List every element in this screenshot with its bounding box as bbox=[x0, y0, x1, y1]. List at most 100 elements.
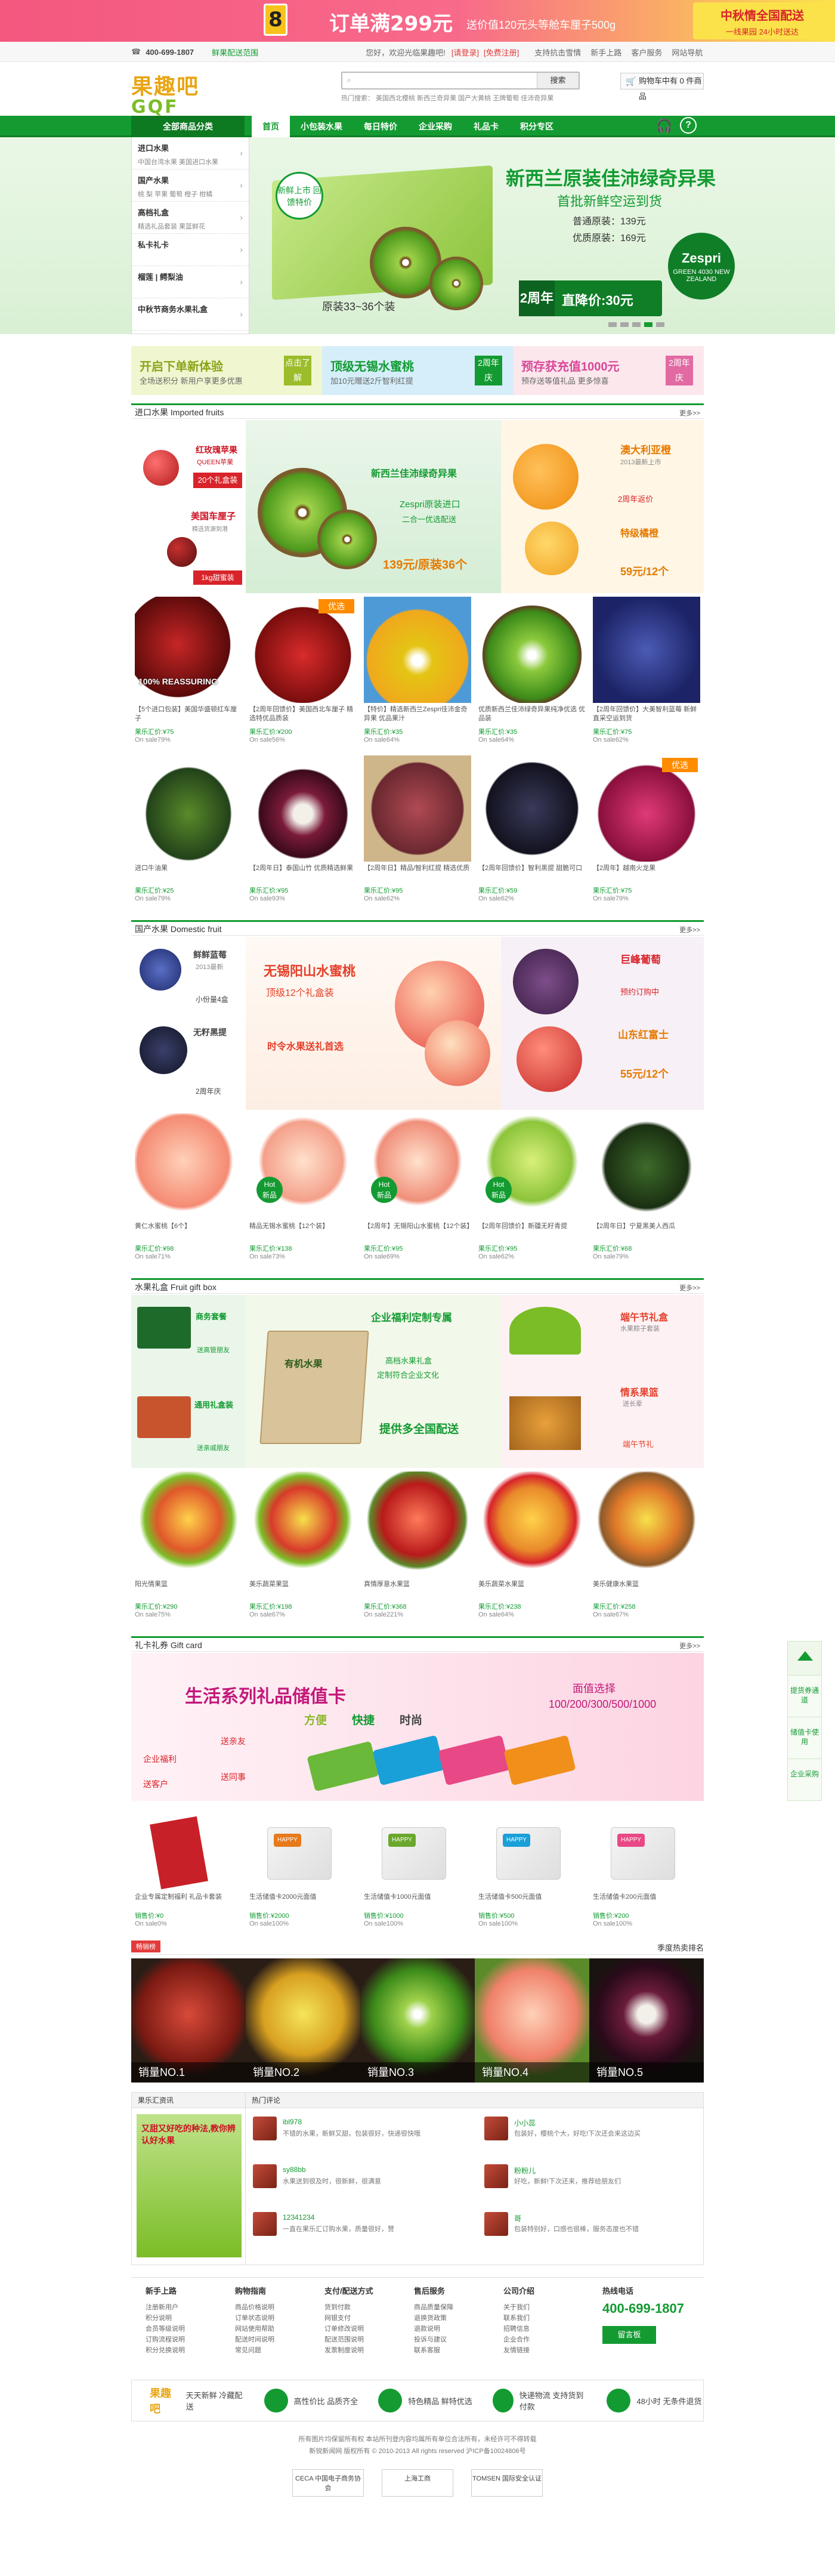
nav-daily-deals[interactable]: 每日特价 bbox=[353, 116, 408, 137]
product-card[interactable]: 优选 【2周年】越南火龙果 果乐汇价:¥75 On sale79% bbox=[589, 753, 704, 912]
nav-points[interactable]: 积分专区 bbox=[509, 116, 564, 137]
help-icon[interactable]: ? bbox=[680, 117, 697, 134]
product-card[interactable]: 美乐健康水果篮 果乐汇价:¥258 On sale67% bbox=[589, 1469, 704, 1628]
product-card[interactable]: 100% REASSURING 【5个进口包装】美国华盛顿红车厘子 果乐汇价:¥75… bbox=[131, 594, 246, 753]
gift-card-banner[interactable]: 生活系列礼品储值卡 方便 快捷 时尚 面值选择 100/200/300/500/… bbox=[131, 1653, 704, 1801]
footer-link[interactable]: 订购流程说明 bbox=[146, 2334, 217, 2345]
footer-link[interactable]: 招聘信息 bbox=[503, 2324, 575, 2334]
more-link[interactable]: 更多>> bbox=[679, 925, 700, 934]
footer-link[interactable]: 发票制度说明 bbox=[324, 2345, 396, 2356]
product-card[interactable]: 【2周年日】泰国山竹 优质精选鲜果 果乐汇价:¥95 On sale93% bbox=[246, 753, 360, 912]
hot-item[interactable]: 销量NO.4 bbox=[475, 1958, 589, 2083]
footer-link[interactable]: 积分兑换说明 bbox=[146, 2345, 217, 2356]
news-image[interactable]: 又甜又好吃的种法,教你辨认好水果 bbox=[137, 2114, 242, 2257]
gift-card-item[interactable]: 企业专属定制福利 礼品卡套装 销售价:¥0 On sale0% bbox=[131, 1803, 246, 1929]
comment-item[interactable]: 哥包装特别好，口感也很棒，服务态度也不错 bbox=[484, 2212, 687, 2250]
hot-search-words[interactable]: 热门搜索： 美国西北樱桃 新西兰奇异果 国产大黄桃 王牌葡萄 佳沛奇异果 bbox=[341, 93, 553, 103]
footer-link[interactable]: 企业合作 bbox=[503, 2334, 575, 2345]
comment-item[interactable]: 12341234 一直在果乐汇订购水果，质量很好，赞 bbox=[253, 2212, 456, 2250]
product-card[interactable]: 黄仁水蜜桃【6个】 果乐汇价:¥98 On sale71% bbox=[131, 1111, 246, 1270]
comment-item[interactable]: 粉粉儿 好吃，新鲜!下次还来，推荐给朋友们 bbox=[484, 2164, 687, 2202]
footer-link[interactable]: 联系我们 bbox=[503, 2313, 575, 2324]
footer-link[interactable]: 订单修改说明 bbox=[324, 2324, 396, 2334]
toolbar-link-delivery[interactable]: 鲜果配送范围 bbox=[212, 47, 258, 58]
category-item[interactable]: 中秋节商务水果礼盒 › bbox=[132, 298, 249, 331]
footer-link[interactable]: 投诉与建议 bbox=[414, 2334, 485, 2345]
toolbar-link-newbie[interactable]: 新手上路 bbox=[590, 47, 621, 58]
feature-enterprise-box[interactable]: 有机水果 企业福利定制专属 高档水果礼盒 定制符合企业文化 提供多全国配送 bbox=[246, 1295, 501, 1468]
gift-card-item[interactable]: HAPPY 生活储值卡1000元面值 销售价:¥1000 On sale100% bbox=[360, 1803, 475, 1929]
carousel-dot[interactable] bbox=[608, 322, 617, 327]
footer-link[interactable]: 配送时间说明 bbox=[235, 2334, 307, 2345]
cart-button[interactable]: 🛒 购物车中有 0 件商品 bbox=[620, 73, 704, 101]
cert-badge-tomsen[interactable]: TOMSEN 国际安全认证 bbox=[471, 2469, 543, 2497]
gift-card-item[interactable]: HAPPY 生活储值卡500元面值 销售价:¥500 On sale100% bbox=[475, 1803, 589, 1929]
gift-card-item[interactable]: HAPPY 生活储值卡2000元面值 销售价:¥2000 On sale100% bbox=[246, 1803, 360, 1929]
hot-item[interactable]: 销量NO.1 bbox=[131, 1958, 246, 2083]
toolbar-link-service[interactable]: 客户服务 bbox=[631, 47, 662, 58]
product-card[interactable]: 【2周年回馈价】智利黑提 甜脆可口 果乐汇价:¥59 On sale62% bbox=[475, 753, 589, 912]
product-card[interactable]: 真情厚意水果篮 果乐汇价:¥368 On sale221% bbox=[360, 1469, 475, 1628]
footer-link[interactable]: 积分说明 bbox=[146, 2313, 217, 2324]
product-card[interactable]: Hot 新品 精品无锡水蜜桃【12个装】 果乐汇价:¥138 On sale73% bbox=[246, 1111, 360, 1270]
more-link[interactable]: 更多>> bbox=[679, 1283, 700, 1292]
footer-link[interactable]: 配送范围说明 bbox=[324, 2334, 396, 2345]
top-promo-banner[interactable]: 8 订单满299元 送价值120元头等舱车厘子500g 中秋情全国配送 一线果园… bbox=[0, 0, 835, 42]
footer-link[interactable]: 关于我们 bbox=[503, 2302, 575, 2313]
product-card[interactable]: 美乐蔬菜果篮 果乐汇价:¥198 On sale67% bbox=[246, 1469, 360, 1628]
hero-banner[interactable]: 进口水果 中国台湾水果 美国进口水果 › 国产水果桃 梨 苹果 葡萄 橙子 柑橘 › … bbox=[0, 137, 835, 334]
footer-link[interactable]: 商品价格说明 bbox=[235, 2302, 307, 2313]
product-card[interactable]: 【2周年日】宁夏黑美人西瓜 果乐汇价:¥68 On sale79% bbox=[589, 1111, 704, 1270]
promo-card-peach[interactable]: 顶级无锡水蜜桃 加10元赠送2斤智利红提 2周年庆 bbox=[322, 346, 513, 395]
side-stored-card[interactable]: 储值卡使用 bbox=[787, 1717, 822, 1759]
search-button[interactable]: 搜索 bbox=[537, 73, 579, 88]
product-card[interactable]: 优选 【2周年回馈价】美国西北车厘子 精选特优品质装 果乐汇价:¥200 On sal… bbox=[246, 594, 360, 753]
footer-link[interactable]: 退换货政策 bbox=[414, 2313, 485, 2324]
product-card[interactable]: 【2周年日】精品/智利红提 精选优质 果乐汇价:¥95 On sale62% bbox=[360, 753, 475, 912]
site-logo[interactable]: 果趣吧 GQF bbox=[131, 69, 215, 118]
more-link[interactable]: 更多>> bbox=[679, 1641, 700, 1651]
feature-orange[interactable]: 澳大利亚橙 2013最新上市 2周年返价 特级橘橙 59元/12个 bbox=[501, 420, 704, 593]
nav-enterprise[interactable]: 企业采购 bbox=[408, 116, 463, 137]
promo-card-recharge[interactable]: 预存获充值1000元 预存送等值礼品 更多惊喜 2周年庆 bbox=[513, 346, 704, 395]
cert-badge-icbc[interactable]: 上海工商 bbox=[382, 2469, 453, 2497]
feature-blueberry[interactable]: 鲜鲜蓝莓 2013最新 小份量4盒 无籽黑提 2周年庆 bbox=[131, 937, 246, 1110]
product-card[interactable]: 【特价】精选新西兰Zespri佳沛金奇异果 优品果汁 果乐汇价:¥35 On sal… bbox=[360, 594, 475, 753]
hot-item[interactable]: 销量NO.2 bbox=[246, 1958, 360, 2083]
more-link[interactable]: 更多>> bbox=[679, 408, 700, 418]
nav-home[interactable]: 首页 bbox=[252, 116, 290, 137]
side-enterprise[interactable]: 企业采购 bbox=[787, 1759, 822, 1801]
product-card[interactable]: 进口牛油果 果乐汇价:¥25 On sale79% bbox=[131, 753, 246, 912]
hot-item[interactable]: 销量NO.3 bbox=[360, 1958, 475, 2083]
gift-card-item[interactable]: HAPPY 生活储值卡200元面值 销售价:¥200 On sale100% bbox=[589, 1803, 704, 1929]
carousel-dot[interactable] bbox=[632, 322, 641, 327]
category-item[interactable]: 高档礼盒 精选礼品套装 果篮鲜花 › bbox=[132, 202, 249, 234]
carousel-dot[interactable] bbox=[656, 322, 664, 327]
footer-link[interactable]: 联系客服 bbox=[414, 2345, 485, 2356]
feature-peach[interactable]: 无锡阳山水蜜桃 顶级12个礼盒装 时令水果送礼首选 bbox=[246, 937, 501, 1110]
footer-link[interactable]: 友情链接 bbox=[503, 2345, 575, 2356]
category-item[interactable]: 榴莲 | 鳄梨油 › bbox=[132, 266, 249, 298]
toolbar-link-support[interactable]: 支持抗击雪情 bbox=[534, 47, 581, 58]
carousel-dot-active[interactable] bbox=[644, 322, 652, 327]
footer-link[interactable]: 退款说明 bbox=[414, 2324, 485, 2334]
comment-item[interactable]: 小小蕊 包装好，樱桃个大，好吃!下次还会来这边买 bbox=[484, 2117, 687, 2155]
headset-icon[interactable]: 🎧 bbox=[656, 118, 672, 134]
toolbar-register[interactable]: [免费注册] bbox=[484, 47, 519, 58]
nav-all-categories[interactable]: 全部商品分类 bbox=[131, 116, 245, 137]
search-input[interactable]: ⌕ 搜索 bbox=[341, 72, 580, 90]
message-board-button[interactable]: 留言板 bbox=[602, 2326, 656, 2344]
footer-link[interactable]: 注册新用户 bbox=[146, 2302, 217, 2313]
category-item[interactable]: 私卡礼卡 › bbox=[132, 234, 249, 266]
footer-link[interactable]: 常见问题 bbox=[235, 2345, 307, 2356]
back-to-top-button[interactable] bbox=[787, 1641, 822, 1676]
side-voucher[interactable]: 提货券通道 bbox=[787, 1676, 822, 1717]
nav-small-pack[interactable]: 小包装水果 bbox=[290, 116, 353, 137]
nav-gift-card[interactable]: 礼品卡 bbox=[463, 116, 509, 137]
category-item[interactable]: 国产水果桃 梨 苹果 葡萄 橙子 柑橘 › bbox=[132, 169, 249, 202]
toolbar-login[interactable]: [请登录] bbox=[451, 47, 479, 58]
comment-item[interactable]: sy88bb 水果送到很及时，很新鲜，很满意 bbox=[253, 2164, 456, 2202]
category-item[interactable]: 进口水果 中国台湾水果 美国进口水果 › bbox=[132, 137, 249, 169]
footer-link[interactable]: 网银支付 bbox=[324, 2313, 396, 2324]
feature-business-box[interactable]: 商务套餐 送高管朋友 通用礼盒装 送亲戚朋友 bbox=[131, 1295, 246, 1468]
